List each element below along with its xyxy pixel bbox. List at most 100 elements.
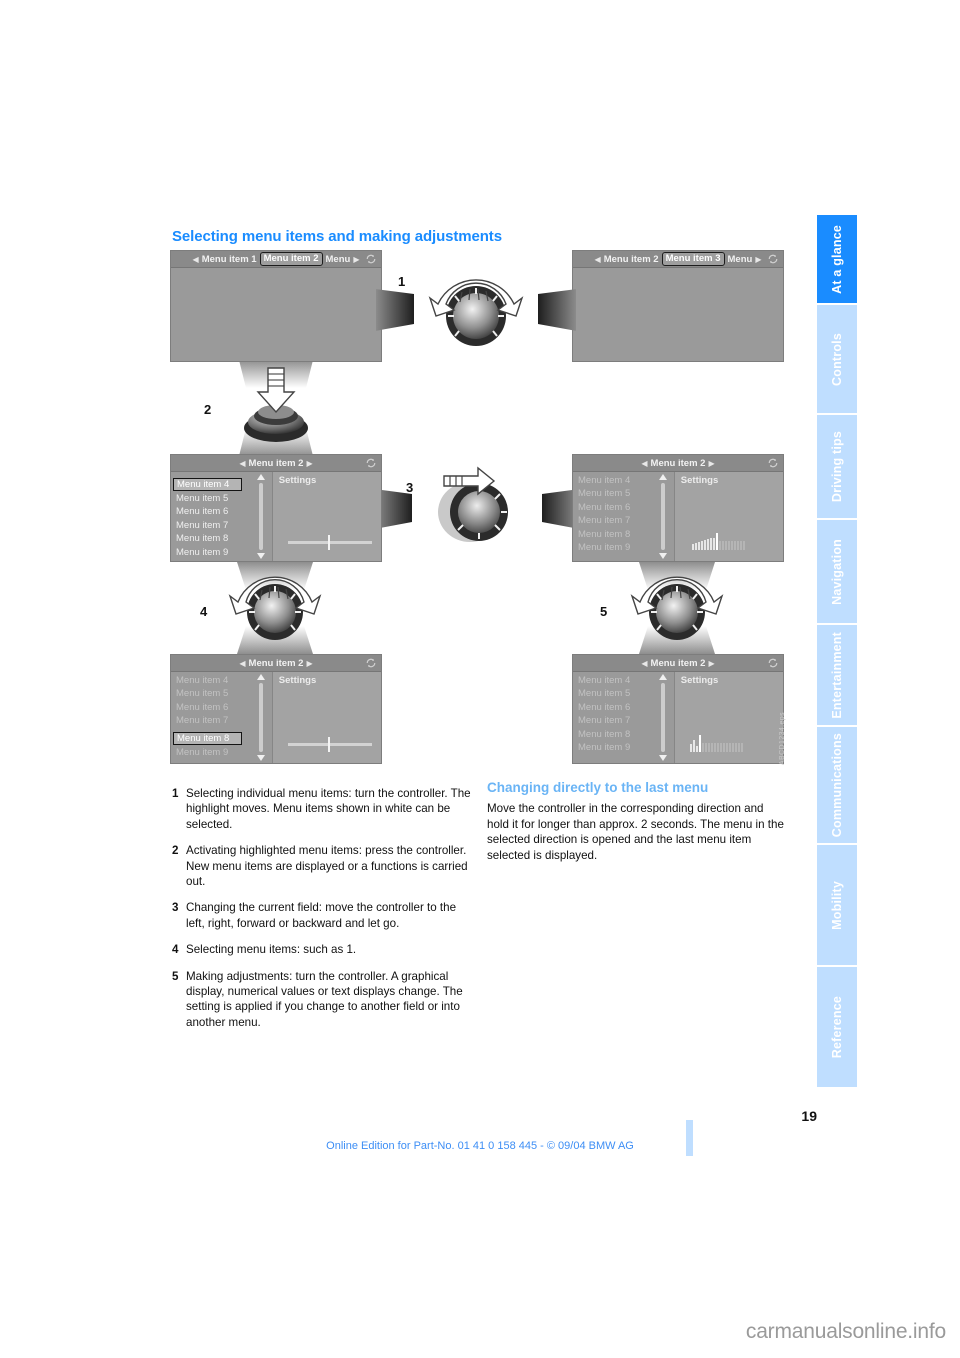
tab-at-a-glance[interactable]: At a glance bbox=[817, 215, 857, 305]
bar-right-arrow-icon[interactable]: ▶ bbox=[303, 459, 315, 468]
bargraph-cursor bbox=[716, 533, 719, 550]
scrollbar[interactable] bbox=[658, 674, 667, 761]
tab-navigation[interactable]: Navigation bbox=[817, 520, 857, 625]
refresh-icon[interactable] bbox=[767, 457, 779, 469]
bar-title: Menu item 2 bbox=[650, 657, 706, 669]
scroll-thumb[interactable] bbox=[660, 683, 665, 752]
tab-label: Driving tips bbox=[830, 430, 844, 503]
move-controller-illustration bbox=[337, 466, 617, 542]
scrollbar[interactable] bbox=[658, 474, 667, 559]
refresh-icon[interactable] bbox=[365, 457, 377, 469]
site-watermark: carmanualsonline.info bbox=[745, 1320, 946, 1343]
tab-label: Navigation bbox=[830, 538, 844, 605]
settings-bargraph[interactable] bbox=[689, 735, 744, 752]
bar-left-arrow-icon[interactable]: ◀ bbox=[236, 659, 248, 668]
menu-screen-3: ◀ Menu item 2 ▶ Menu item 4 Menu item 5 … bbox=[170, 454, 382, 562]
scroll-down-icon[interactable] bbox=[658, 755, 667, 761]
tab-controls[interactable]: Controls bbox=[817, 305, 857, 415]
list-item[interactable]: Menu item 4 bbox=[173, 478, 243, 491]
bar-left-arrow-icon[interactable]: ◀ bbox=[236, 459, 248, 468]
tab-mobility[interactable]: Mobility bbox=[817, 845, 857, 967]
step-number: 4 bbox=[172, 943, 179, 957]
step-text: Activating highlighted menu items: press… bbox=[186, 844, 468, 889]
screen-body: Menu item 4 Menu item 5 Menu item 6 Menu… bbox=[573, 672, 783, 763]
scroll-up-icon[interactable] bbox=[658, 474, 667, 480]
bar-right-arrow-icon[interactable]: ▶ bbox=[752, 255, 764, 264]
scroll-up-icon[interactable] bbox=[658, 674, 667, 680]
page-number: 19 bbox=[801, 1108, 817, 1124]
bar-right-arrow-icon[interactable]: ▶ bbox=[303, 659, 315, 668]
settings-bargraph[interactable] bbox=[692, 533, 746, 550]
bar-item-prev[interactable]: Menu item 1 bbox=[202, 254, 257, 265]
illustration-figure: ◀ Menu item 1 Menu item 2 Menu ▶ ◀ Menu … bbox=[170, 250, 786, 765]
tab-reference[interactable]: Reference bbox=[817, 967, 857, 1087]
numbered-step: 4 Selecting menu items: such as 1. bbox=[172, 942, 472, 957]
bar-right-arrow-icon[interactable]: ▶ bbox=[350, 255, 362, 264]
step-number: 3 bbox=[172, 901, 179, 915]
refresh-icon[interactable] bbox=[365, 657, 377, 669]
scroll-up-icon[interactable] bbox=[256, 674, 265, 680]
slider-knob[interactable] bbox=[327, 535, 330, 550]
tab-communications[interactable]: Communications bbox=[817, 727, 857, 845]
bar-item-next[interactable]: Menu bbox=[326, 254, 351, 265]
menu-bar: ◀ Menu item 2 ▶ bbox=[573, 655, 783, 672]
refresh-icon[interactable] bbox=[767, 657, 779, 669]
bar-right-arrow-icon[interactable]: ▶ bbox=[705, 459, 717, 468]
menu-bar: ◀ Menu item 1 Menu item 2 Menu ▶ bbox=[171, 251, 381, 268]
tab-label: Mobility bbox=[830, 880, 844, 930]
bar-item-selected[interactable]: Menu item 2 bbox=[259, 252, 323, 266]
menu-list: Menu item 4 Menu item 5 Menu item 6 Menu… bbox=[171, 672, 272, 763]
scrollbar[interactable] bbox=[256, 474, 265, 559]
bar-left-arrow-icon[interactable]: ◀ bbox=[638, 459, 650, 468]
scroll-down-icon[interactable] bbox=[256, 755, 265, 761]
step-text: Selecting individual menu items: turn th… bbox=[186, 787, 471, 831]
menu-bar: ◀ Menu item 2 ▶ bbox=[171, 455, 381, 472]
settings-label: Settings bbox=[278, 675, 317, 686]
step-text: Selecting menu items: such as 1. bbox=[186, 943, 357, 957]
list-item-selected[interactable]: Menu item 8 bbox=[173, 731, 243, 745]
callout-5-adjust-controller: 5 bbox=[572, 534, 784, 682]
figure-code: ABCD1234.eps bbox=[779, 711, 786, 765]
numbered-step: 3 Changing the current field: move the c… bbox=[172, 900, 472, 931]
slider-knob[interactable] bbox=[327, 737, 330, 752]
bar-right-arrow-icon[interactable]: ▶ bbox=[705, 659, 717, 668]
left-text-column: 1 Selecting individual menu items: turn … bbox=[172, 786, 472, 1041]
scroll-up-icon[interactable] bbox=[256, 474, 265, 480]
scroll-down-icon[interactable] bbox=[658, 553, 667, 559]
menu-list: Menu item 4 Menu item 5 Menu item 6 Menu… bbox=[573, 672, 674, 763]
bar-left-arrow-icon[interactable]: ◀ bbox=[190, 255, 202, 264]
bar-item-selected[interactable]: Menu item 3 bbox=[661, 252, 725, 266]
refresh-icon[interactable] bbox=[767, 253, 779, 265]
menu-list: Menu item 4 Menu item 5 Menu item 6 Menu… bbox=[171, 472, 272, 561]
menu-bar: ◀ Menu item 2 ▶ bbox=[573, 455, 783, 472]
scroll-thumb[interactable] bbox=[660, 483, 665, 550]
settings-slider[interactable] bbox=[287, 535, 373, 550]
callout-4-select-controller: 4 bbox=[170, 534, 382, 682]
step-number: 2 bbox=[172, 844, 179, 858]
scroll-down-icon[interactable] bbox=[256, 553, 265, 559]
callout-number-2: 2 bbox=[204, 402, 212, 417]
tab-label: Entertainment bbox=[830, 631, 844, 719]
tab-driving-tips[interactable]: Driving tips bbox=[817, 415, 857, 520]
settings-slider[interactable] bbox=[287, 737, 373, 752]
settings-label: Settings bbox=[278, 475, 317, 486]
press-controller-illustration bbox=[232, 332, 320, 484]
bar-title: Menu item 2 bbox=[248, 657, 304, 669]
tab-label: Reference bbox=[830, 995, 844, 1059]
scroll-thumb[interactable] bbox=[258, 483, 263, 550]
bar-item-prev[interactable]: Menu item 2 bbox=[604, 254, 659, 265]
menu-bar: ◀ Menu item 2 ▶ bbox=[171, 655, 381, 672]
scroll-thumb[interactable] bbox=[258, 683, 263, 752]
tab-entertainment[interactable]: Entertainment bbox=[817, 625, 857, 727]
bargraph-cursor bbox=[698, 735, 701, 752]
settings-pane: Settings bbox=[271, 672, 381, 763]
scrollbar[interactable] bbox=[256, 674, 265, 761]
bar-item-next[interactable]: Menu bbox=[728, 254, 753, 265]
callout-2-press-controller: 2 bbox=[170, 332, 382, 484]
settings-label: Settings bbox=[680, 475, 719, 486]
chapter-tabs: At a glance Controls Driving tips Naviga… bbox=[817, 215, 857, 1115]
right-text-column: Changing directly to the last menu Move … bbox=[487, 780, 787, 863]
bar-left-arrow-icon[interactable]: ◀ bbox=[638, 659, 650, 668]
callout-number-5: 5 bbox=[600, 604, 608, 619]
bar-left-arrow-icon[interactable]: ◀ bbox=[592, 255, 604, 264]
